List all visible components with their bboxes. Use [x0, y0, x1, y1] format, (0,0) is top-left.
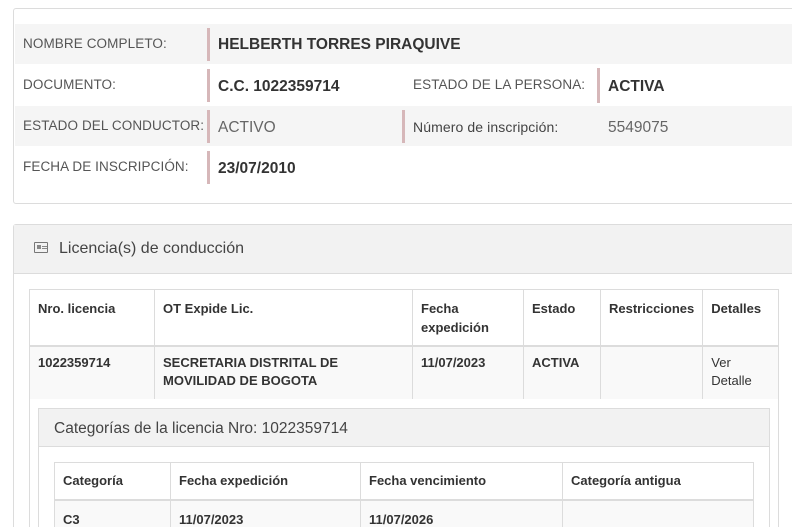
- estado-conductor-value: ACTIVO: [218, 119, 276, 136]
- fecha-inscripcion-value: 23/07/2010: [218, 160, 296, 177]
- nombre-label: NOMBRE COMPLETO:: [23, 36, 167, 51]
- table-row: C3 11/07/2023 11/07/2026: [54, 499, 754, 527]
- col-categoria: Categoría: [54, 462, 171, 500]
- documento-label: DOCUMENTO:: [23, 77, 117, 92]
- label-divider: [207, 28, 210, 61]
- cell-categoria: C3: [54, 499, 171, 527]
- row-fecha-inscripcion: FECHA DE INSCRIPCIÓN: 23/07/2010: [15, 147, 792, 187]
- row-estado-conductor: ESTADO DEL CONDUCTOR: ACTIVO Número de i…: [15, 106, 792, 146]
- label-divider: [207, 69, 210, 102]
- cell-fecha-vencimiento: 11/07/2026: [360, 499, 563, 527]
- licenses-table-header: Nro. licencia OT Expide Lic. Fecha exped…: [29, 289, 779, 346]
- cell-restricciones: [599, 345, 704, 400]
- ver-detalle-link[interactable]: Ver Detalle: [702, 345, 779, 400]
- table-row: 1022359714 SECRETARIA DISTRITAL DE MOVIL…: [29, 345, 779, 400]
- cell-categoria-antigua: [562, 499, 754, 527]
- col-ot-expide: OT Expide Lic.: [154, 289, 413, 346]
- id-card-icon: [34, 242, 48, 253]
- licenses-title: Licencia(s) de conducción: [59, 240, 244, 257]
- col-fecha-expedicion: Fecha expedición: [412, 289, 524, 346]
- cell-fecha-expedicion: 11/07/2023: [170, 499, 361, 527]
- cell-fecha-expedicion: 11/07/2023: [412, 345, 524, 400]
- row-documento: DOCUMENTO: C.C. 1022359714 ESTADO DE LA …: [15, 65, 792, 105]
- label-divider: [597, 68, 600, 103]
- col-categoria-antigua: Categoría antigua: [562, 462, 754, 500]
- categories-panel-header: Categorías de la licencia Nro: 102235971…: [39, 409, 769, 447]
- cell-ot-expide: SECRETARIA DISTRITAL DE MOVILIDAD DE BOG…: [154, 345, 413, 400]
- cell-nro-licencia: 1022359714: [29, 345, 155, 400]
- inscripcion-num-value: 5549075: [608, 119, 669, 136]
- col-restricciones: Restricciones: [599, 289, 704, 346]
- cell-estado: ACTIVA: [523, 345, 601, 400]
- documento-value: C.C. 1022359714: [218, 78, 340, 95]
- licenses-table: Nro. licencia OT Expide Lic. Fecha exped…: [29, 289, 779, 400]
- estado-conductor-label: ESTADO DEL CONDUCTOR:: [23, 118, 205, 133]
- person-info-panel: NOMBRE COMPLETO: HELBERTH TORRES PIRAQUI…: [13, 8, 792, 204]
- label-divider: [402, 110, 405, 143]
- col-detalles: Detalles: [702, 289, 779, 346]
- categories-title: Categorías de la licencia Nro: 102235971…: [54, 420, 348, 437]
- label-divider: [207, 110, 210, 143]
- col-fecha-vencimiento: Fecha vencimiento: [360, 462, 563, 500]
- col-nro-licencia: Nro. licencia: [29, 289, 155, 346]
- categories-table-header: Categoría Fecha expedición Fecha vencimi…: [54, 462, 754, 500]
- licenses-panel-header: Licencia(s) de conducción: [14, 225, 792, 274]
- col-fecha-expedicion: Fecha expedición: [170, 462, 361, 500]
- estado-persona-label: ESTADO DE LA PERSONA:: [413, 77, 586, 92]
- label-divider: [207, 151, 210, 184]
- nombre-value: HELBERTH TORRES PIRAQUIVE: [218, 36, 461, 53]
- inscripcion-num-label: Número de inscripción:: [413, 119, 559, 135]
- estado-persona-value: ACTIVA: [608, 78, 665, 95]
- categories-table: Categoría Fecha expedición Fecha vencimi…: [54, 462, 754, 527]
- row-nombre: NOMBRE COMPLETO: HELBERTH TORRES PIRAQUI…: [15, 24, 792, 64]
- col-estado: Estado: [523, 289, 601, 346]
- fecha-inscripcion-label: FECHA DE INSCRIPCIÓN:: [23, 159, 189, 174]
